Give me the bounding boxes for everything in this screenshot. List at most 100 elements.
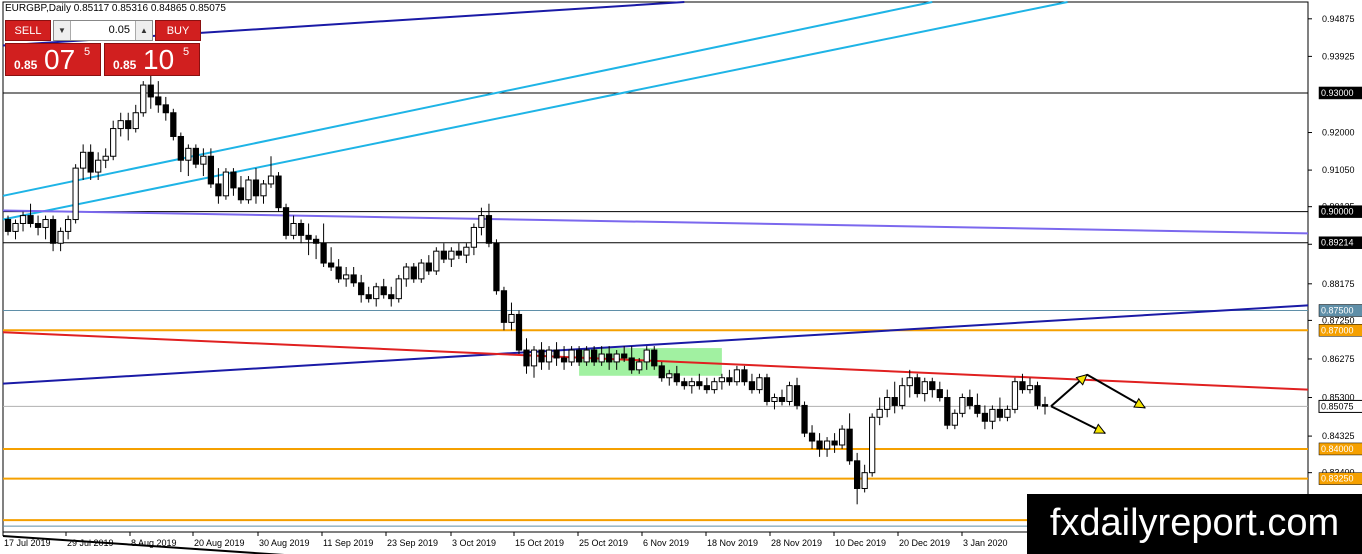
candle-body bbox=[4, 219, 12, 232]
candle-body bbox=[200, 155, 207, 165]
candle-body bbox=[290, 222, 297, 236]
x-tick-label: 20 Dec 2019 bbox=[899, 538, 950, 548]
candle-body bbox=[207, 155, 215, 185]
candle-body bbox=[846, 428, 853, 462]
candle-body bbox=[763, 377, 771, 402]
level-price-label: 0.87000 bbox=[1321, 325, 1354, 335]
candle-body bbox=[538, 349, 545, 363]
candle-body bbox=[936, 389, 943, 399]
lot-decrease-icon[interactable]: ▼ bbox=[54, 21, 71, 40]
candle-body bbox=[733, 369, 741, 383]
candle-body bbox=[951, 412, 958, 426]
candle-body bbox=[711, 381, 718, 391]
candle-body bbox=[553, 349, 560, 359]
candle-body bbox=[869, 416, 876, 474]
lot-increase-icon[interactable]: ▲ bbox=[135, 21, 152, 40]
candle-body bbox=[891, 397, 898, 406]
candle-body bbox=[575, 349, 583, 363]
candle-body bbox=[636, 361, 643, 371]
candle-body bbox=[899, 385, 906, 406]
candle-body bbox=[87, 151, 94, 173]
candle-body bbox=[560, 357, 568, 363]
candle-body bbox=[748, 381, 756, 391]
sell-price-prefix: 0.85 bbox=[14, 58, 38, 72]
candle-body bbox=[673, 373, 680, 383]
candle-body bbox=[1026, 385, 1034, 391]
candle-body bbox=[981, 412, 989, 422]
candle-body bbox=[140, 84, 147, 114]
trend-line bbox=[2, 209, 1309, 235]
y-tick-label: 0.93925 bbox=[1322, 51, 1355, 61]
candle-body bbox=[628, 357, 635, 371]
candle-body bbox=[793, 385, 801, 406]
candle-body bbox=[380, 286, 387, 296]
buy-button[interactable]: BUY bbox=[155, 20, 201, 41]
candle-body bbox=[726, 377, 733, 383]
x-tick-label: 15 Oct 2019 bbox=[515, 538, 564, 548]
candle-body bbox=[598, 353, 605, 363]
candle-body bbox=[966, 397, 973, 406]
candle-body bbox=[57, 230, 64, 244]
candle-body bbox=[275, 175, 282, 209]
candle-body bbox=[741, 369, 748, 383]
candle-body bbox=[515, 313, 523, 351]
candle-body bbox=[778, 397, 786, 402]
candle-body bbox=[989, 408, 996, 422]
candle-body bbox=[606, 353, 613, 363]
candle-body bbox=[350, 274, 357, 284]
candle-body bbox=[155, 96, 162, 106]
candle-body bbox=[944, 397, 951, 426]
buy-price-box[interactable]: 0.85 10 5 bbox=[104, 43, 200, 76]
y-tick-label: 0.84325 bbox=[1322, 431, 1355, 441]
candle-body bbox=[95, 159, 102, 173]
candle-body bbox=[996, 408, 1004, 418]
candle-body bbox=[132, 112, 139, 130]
candle-body bbox=[125, 120, 132, 130]
x-tick-label: 25 Oct 2019 bbox=[579, 538, 628, 548]
candle-body bbox=[823, 440, 831, 450]
x-tick-label: 30 Aug 2019 bbox=[259, 538, 310, 548]
candle-body bbox=[162, 104, 169, 114]
candle-body bbox=[681, 381, 688, 387]
candle-body bbox=[696, 381, 703, 387]
lot-size-input[interactable]: ▼ 0.05 ▲ bbox=[53, 20, 153, 41]
sell-price-main: 07 bbox=[44, 44, 76, 75]
level-price-label: 0.87500 bbox=[1321, 306, 1354, 316]
candle-body bbox=[756, 377, 763, 391]
y-tick-label: 0.88175 bbox=[1322, 279, 1355, 289]
candle-body bbox=[110, 128, 117, 157]
candle-body bbox=[335, 266, 342, 280]
candle-body bbox=[568, 349, 575, 363]
x-tick-label: 23 Sep 2019 bbox=[387, 538, 438, 548]
candle-body bbox=[478, 215, 485, 228]
candle-body bbox=[147, 84, 154, 98]
candle-body bbox=[801, 404, 808, 434]
candle-body bbox=[64, 219, 72, 232]
candle-body bbox=[470, 226, 478, 248]
candle-body bbox=[658, 365, 665, 379]
sell-price-box[interactable]: 0.85 07 5 bbox=[5, 43, 101, 76]
candle-body bbox=[433, 250, 440, 272]
lot-value: 0.05 bbox=[108, 24, 130, 36]
x-tick-label: 29 Jul 2019 bbox=[67, 538, 114, 548]
candle-body bbox=[418, 262, 425, 280]
sell-button[interactable]: SELL bbox=[5, 20, 51, 41]
x-tick-label: 11 Sep 2019 bbox=[323, 538, 373, 548]
candle-body bbox=[643, 349, 650, 363]
candle-body bbox=[19, 215, 27, 224]
plot-frame bbox=[2, 1, 1309, 533]
candle-body bbox=[583, 349, 590, 363]
candle-body bbox=[343, 274, 350, 280]
candle-body bbox=[1004, 408, 1011, 418]
candle-body bbox=[312, 238, 320, 244]
candle-body bbox=[831, 440, 838, 446]
candle-body bbox=[267, 175, 275, 185]
x-tick-label: 20 Aug 2019 bbox=[194, 538, 245, 548]
candle-body bbox=[854, 460, 861, 489]
candle-body bbox=[252, 179, 260, 197]
symbol-title: EURGBP,Daily 0.85117 0.85316 0.84865 0.8… bbox=[5, 3, 226, 14]
level-price-label: 0.90000 bbox=[1321, 207, 1354, 217]
price-chart[interactable]: 0.948750.939250.920000.910500.901250.891… bbox=[0, 0, 1362, 554]
candle-body bbox=[102, 155, 109, 161]
candle-body bbox=[621, 353, 628, 359]
